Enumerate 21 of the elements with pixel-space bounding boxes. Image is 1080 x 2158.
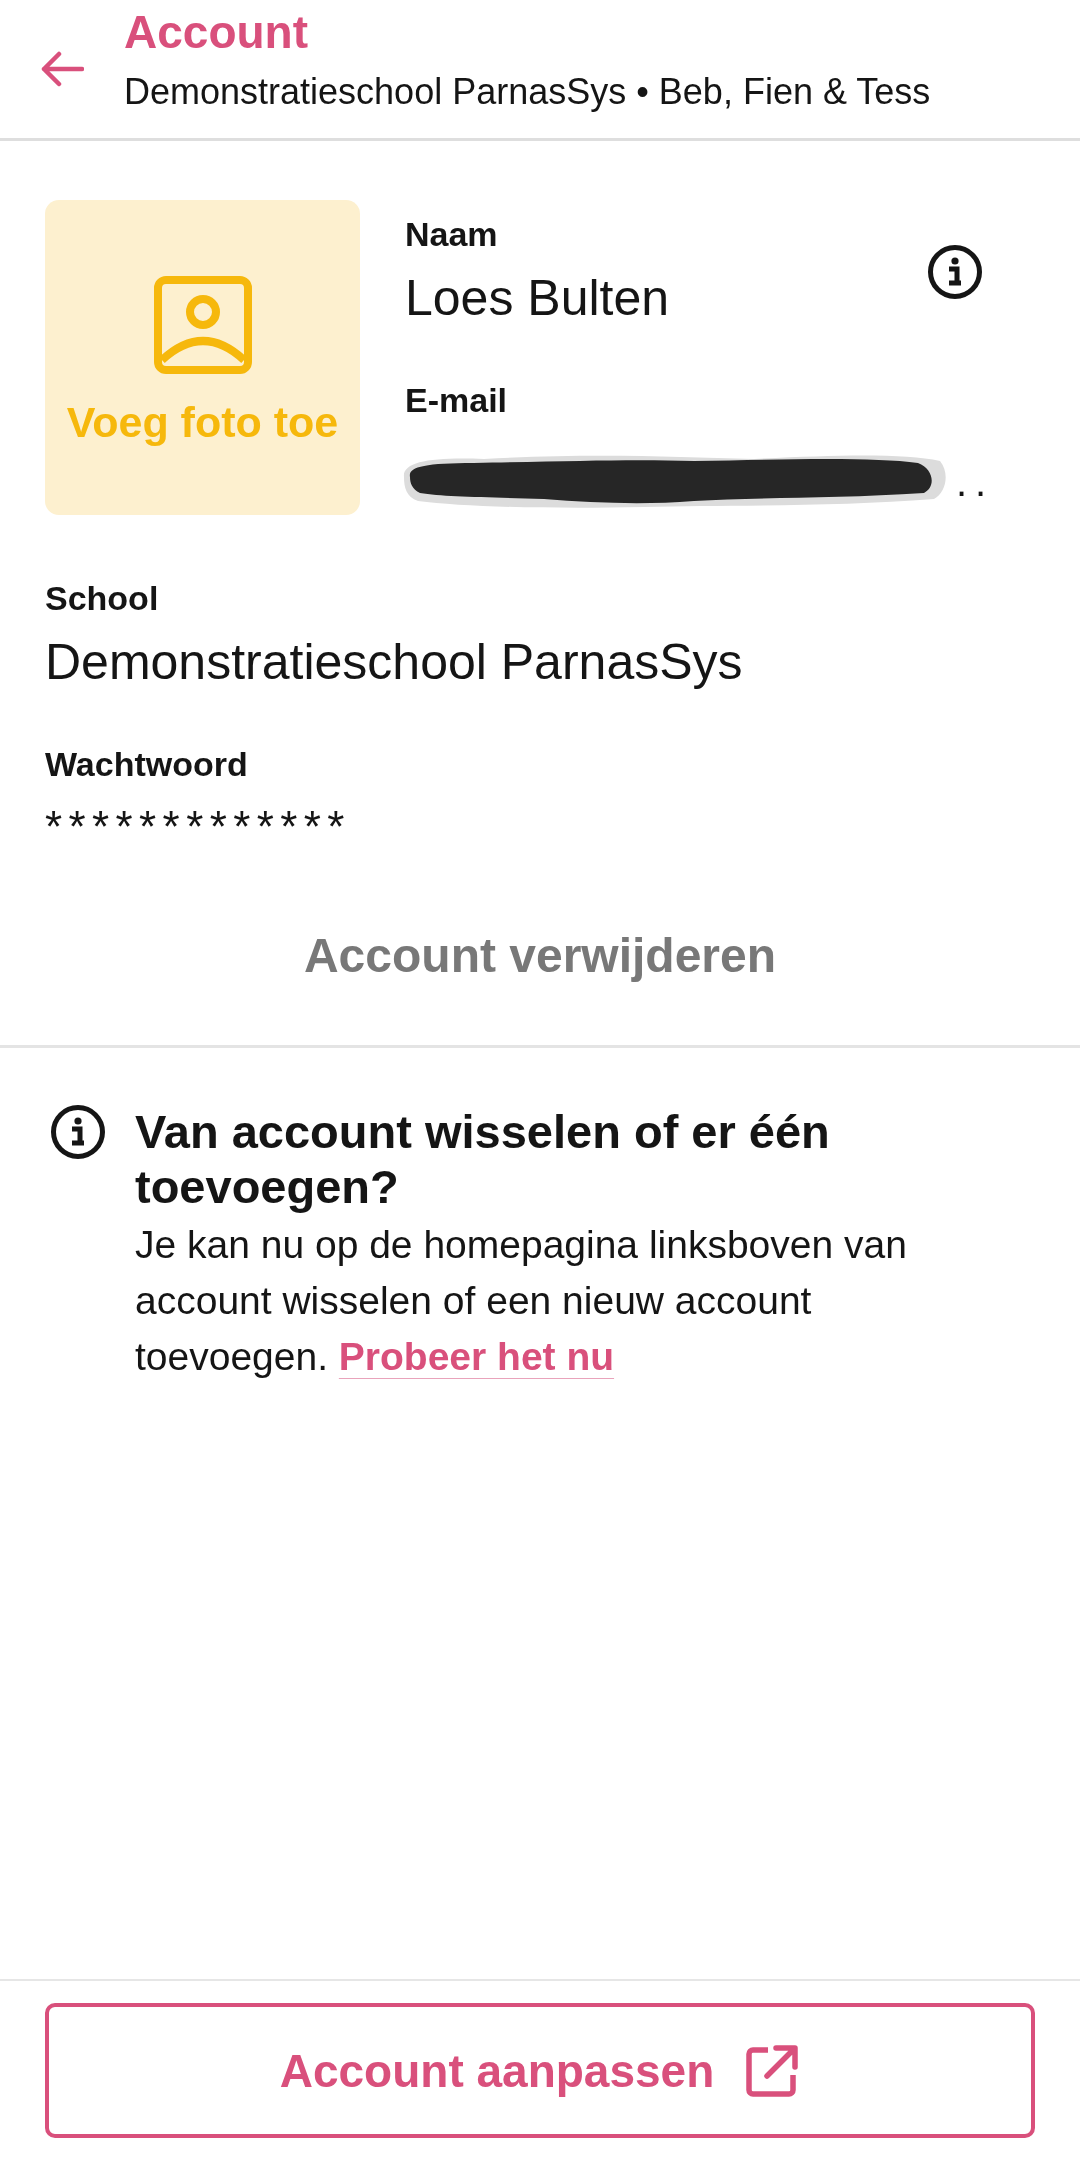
info-button[interactable] <box>927 244 983 300</box>
info-icon <box>50 1104 106 1160</box>
page-subtitle: Demonstratieschool ParnasSys • Beb, Fien & Tess <box>124 70 931 114</box>
field-label: Wachtwoord <box>45 744 249 785</box>
edit-account-button[interactable]: Account aanpassen <box>45 2003 1035 2138</box>
field-value: ************* <box>45 801 352 847</box>
portrait-icon <box>153 276 252 374</box>
try-now-link[interactable]: Probeer het nu <box>338 1335 615 1378</box>
delete-account-button[interactable]: Account verwijderen <box>283 905 797 1007</box>
back-arrow-icon <box>40 51 84 87</box>
info-heading: Van account wisselen of er één toevoegen? <box>135 1104 831 1214</box>
info-icon <box>927 244 983 300</box>
field-label: Naam <box>405 214 499 255</box>
field-label: School <box>45 578 160 619</box>
field-value: .. <box>956 462 995 502</box>
page-title: Account <box>124 6 309 58</box>
external-link-icon <box>744 2042 801 2099</box>
field-label: E-mail <box>405 380 509 421</box>
info-paragraph: Je kan nu op de homepagina linksboven van account wisselen of een nieuw account toevoegen. Probeer het nu <box>135 1222 908 1380</box>
field-value: Loes Bulten <box>405 269 670 327</box>
field-value: Demonstratieschool ParnasSys <box>45 633 744 691</box>
